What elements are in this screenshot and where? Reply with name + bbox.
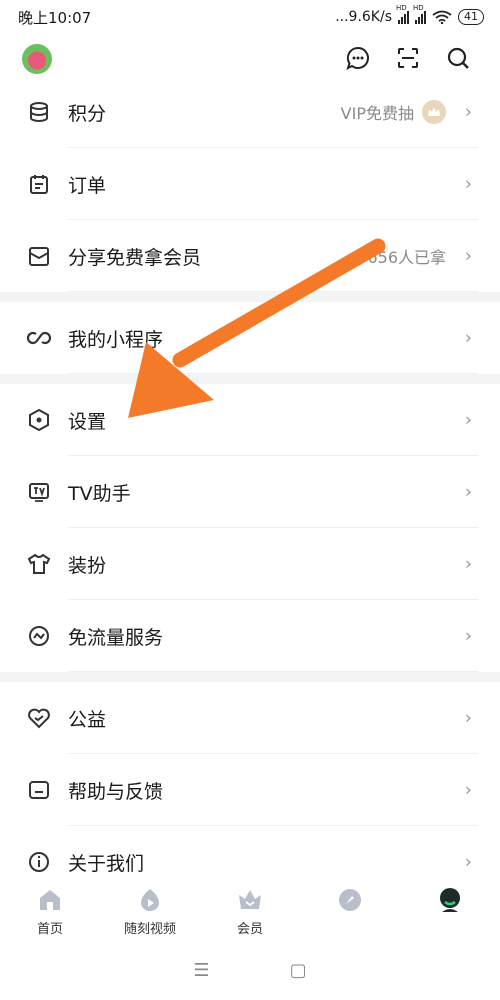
menu-item-points[interactable]: 积分 VIP免费抽 › [0,76,500,148]
traffic-icon [26,623,52,649]
nav-label: 首页 [36,922,63,937]
nav-discover[interactable] [300,878,400,940]
battery-icon: 41 [458,9,484,25]
settings-icon [26,407,52,433]
tv-icon [26,479,52,505]
order-icon [26,171,52,197]
nav-label: 随刻视频 [123,922,176,937]
menu-item-label: 帮助与反馈 [68,780,164,803]
menu-item-label: 分享免费拿会员 [68,246,202,269]
menu-item-label: 我的小程序 [68,328,164,351]
chevron-right-icon: › [464,245,472,267]
coins-icon [26,99,52,125]
menu-item-extra: VIP免费抽 [341,100,446,124]
charity-icon [26,705,52,731]
menu-icon[interactable]: ☰ [193,960,209,981]
nav-video[interactable]: 随刻视频 [100,878,200,940]
chevron-right-icon: › [464,851,472,873]
menu-item-label: 设置 [68,410,107,433]
profile-icon [436,886,464,914]
shirt-icon [26,551,52,577]
section-gap [0,672,500,682]
menu-item-free-traffic[interactable]: 免流量服务 › [0,600,500,672]
menu-item-label: 关于我们 [68,852,145,875]
menu-item-dress-up[interactable]: 装扮 › [0,528,500,600]
chevron-right-icon: › [464,409,472,431]
menu-item-label: 公益 [68,708,107,731]
menu-item-label: 订单 [68,174,107,197]
signal-icon: HD [413,4,426,24]
home-icon [36,886,64,914]
menu-item-label: TV助手 [68,482,131,505]
chevron-right-icon: › [464,481,472,503]
chevron-right-icon: › [464,553,472,575]
menu-item-help-feedback[interactable]: 帮助与反馈 › [0,754,500,826]
chevron-right-icon: › [464,101,472,123]
chevron-right-icon: › [464,779,472,801]
share-icon [26,243,52,269]
info-icon [26,849,52,875]
feedback-icon [26,777,52,803]
vip-crown-icon [422,100,446,124]
scan-icon[interactable] [392,42,424,74]
chevron-right-icon: › [464,625,472,647]
menu-item-mini-programs[interactable]: 我的小程序 › [0,302,500,374]
menu-item-settings[interactable]: 设置 › [0,384,500,456]
network-speed: ...9.6K/s [335,9,392,25]
vip-crown-icon [236,886,264,914]
menu-item-orders[interactable]: 订单 › [0,148,500,220]
nav-label: 会员 [236,922,263,937]
menu-item-share[interactable]: 分享免费拿会员 656人已拿 › [0,220,500,292]
menu-list: 积分 VIP免费抽 › 订单 › 分享免费拿会员 656人已拿 › 我的小程序 … [0,76,500,898]
search-icon[interactable] [442,42,474,74]
message-icon[interactable] [342,42,374,74]
menu-item-label: 装扮 [68,554,107,577]
home-button-icon[interactable]: ▢ [290,960,307,981]
avatar[interactable] [22,44,52,74]
menu-item-charity[interactable]: 公益 › [0,682,500,754]
section-gap [0,292,500,302]
status-right: ...9.6K/s HD HD 41 [335,4,484,25]
nav-vip[interactable]: 会员 [200,878,300,940]
discover-icon [336,886,364,914]
menu-item-extra: 656人已拿 [367,248,446,267]
chevron-right-icon: › [464,173,472,195]
status-time: 晚上10:07 [18,8,92,27]
chevron-right-icon: › [464,707,472,729]
status-bar: 晚上10:07 ...9.6K/s HD HD 41 [0,0,500,34]
system-nav-bar: ☰ ▢ [0,940,500,1000]
section-gap [0,374,500,384]
nav-profile[interactable] [400,878,500,940]
menu-item-label: 免流量服务 [68,626,164,649]
mini-program-icon [26,325,52,351]
menu-item-label: 积分 [68,102,107,125]
chevron-right-icon: › [464,327,472,349]
signal-icon: HD [396,4,409,24]
header-bar [0,34,500,80]
wifi-icon [432,10,452,24]
bottom-nav: 首页 随刻视频 会员 [0,878,500,940]
video-icon [136,886,164,914]
menu-item-tv-assistant[interactable]: TV助手 › [0,456,500,528]
nav-home[interactable]: 首页 [0,878,100,940]
